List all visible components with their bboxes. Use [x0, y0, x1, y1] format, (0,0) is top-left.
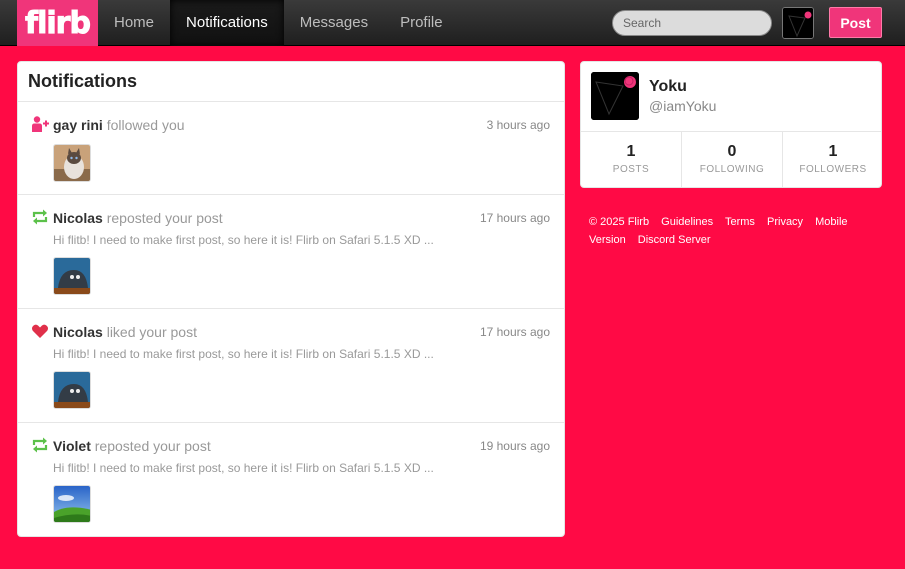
notification-time: 17 hours ago — [479, 325, 550, 339]
notification-item[interactable]: gay rini followed you 3 hours ago — [18, 102, 564, 195]
notification-user[interactable]: Violet — [53, 438, 91, 454]
notification-time: 3 hours ago — [486, 118, 550, 132]
search-input[interactable] — [612, 10, 772, 36]
post-snippet[interactable]: Hi flitb! I need to make first post, so … — [53, 346, 550, 362]
user-avatar[interactable] — [782, 7, 814, 39]
footer-link-terms[interactable]: Terms — [725, 216, 755, 228]
avatar-image — [591, 72, 639, 120]
logo[interactable]: flirb — [17, 0, 98, 46]
notification-action: reposted your post — [106, 210, 223, 226]
profile-card: Yoku @iamYoku 1 POSTS 0 FOLLOWING 1 FOLL… — [580, 61, 882, 188]
stat-following[interactable]: 0 FOLLOWING — [682, 132, 783, 187]
add-user-icon — [32, 116, 49, 132]
avatar-image — [783, 8, 813, 38]
profile-avatar[interactable] — [591, 72, 639, 120]
notification-time: 19 hours ago — [479, 439, 550, 453]
stat-value: 1 — [828, 143, 838, 160]
main-nav: Home Notifications Messages Profile — [98, 0, 459, 46]
notification-text: Violet reposted your post — [53, 437, 550, 455]
stat-followers[interactable]: 1 FOLLOWERS — [783, 132, 881, 187]
stat-label: POSTS — [612, 164, 650, 175]
creature-avatar-image — [54, 258, 90, 294]
nav-messages[interactable]: Messages — [284, 0, 384, 46]
footer-link-discord[interactable]: Discord Server — [638, 234, 711, 246]
repost-icon — [32, 437, 48, 453]
notification-action: reposted your post — [94, 438, 211, 454]
notification-time: 17 hours ago — [479, 211, 550, 225]
user-thumbnail[interactable] — [53, 371, 91, 409]
notification-action: liked your post — [106, 324, 197, 340]
post-snippet[interactable]: Hi flitb! I need to make first post, so … — [53, 460, 550, 476]
stat-value: 0 — [727, 143, 737, 160]
notification-user[interactable]: gay rini — [53, 117, 103, 133]
notification-item[interactable]: Nicolas reposted your post 17 hours ago … — [18, 195, 564, 309]
notification-user[interactable]: Nicolas — [53, 210, 103, 226]
footer-link-privacy[interactable]: Privacy — [767, 216, 803, 228]
notifications-title: Notifications — [18, 62, 564, 102]
heart-icon — [32, 324, 48, 338]
notification-item[interactable]: Violet reposted your post 19 hours ago H… — [18, 423, 564, 536]
footer: © 2025 Flirb Guidelines Terms Privacy Mo… — [589, 213, 879, 249]
logo-text: flirb — [25, 5, 92, 41]
footer-link-guidelines[interactable]: Guidelines — [661, 216, 713, 228]
stat-value: 1 — [626, 143, 636, 160]
notification-user[interactable]: Nicolas — [53, 324, 103, 340]
stat-label: FOLLOWERS — [799, 164, 867, 175]
stat-posts[interactable]: 1 POSTS — [581, 132, 682, 187]
copyright: © 2025 Flirb — [589, 216, 650, 228]
nav-profile[interactable]: Profile — [384, 0, 459, 46]
user-thumbnail[interactable] — [53, 257, 91, 295]
creature-avatar-image — [54, 372, 90, 408]
post-snippet[interactable]: Hi flitb! I need to make first post, so … — [53, 232, 550, 248]
cat-avatar-image — [54, 145, 90, 181]
user-thumbnail[interactable] — [53, 485, 91, 523]
nav-home[interactable]: Home — [98, 0, 170, 46]
profile-stats: 1 POSTS 0 FOLLOWING 1 FOLLOWERS — [581, 131, 881, 187]
notification-text: Nicolas reposted your post — [53, 209, 550, 227]
notifications-panel: Notifications gay rini followed you 3 ho… — [17, 61, 565, 537]
notification-text: gay rini followed you — [53, 116, 550, 134]
stat-label: FOLLOWING — [699, 164, 765, 175]
nav-notifications[interactable]: Notifications — [170, 0, 284, 46]
profile-handle: @iamYoku — [649, 98, 717, 114]
landscape-avatar-image — [54, 486, 90, 522]
user-thumbnail[interactable] — [53, 144, 91, 182]
notification-item[interactable]: Nicolas liked your post 17 hours ago Hi … — [18, 309, 564, 423]
notification-action: followed you — [106, 117, 185, 133]
repost-icon — [32, 209, 48, 225]
post-button[interactable]: Post — [829, 7, 882, 38]
top-bar: flirb Home Notifications Messages Profil… — [0, 0, 905, 46]
profile-name[interactable]: Yoku — [649, 78, 687, 96]
notification-text: Nicolas liked your post — [53, 323, 550, 341]
